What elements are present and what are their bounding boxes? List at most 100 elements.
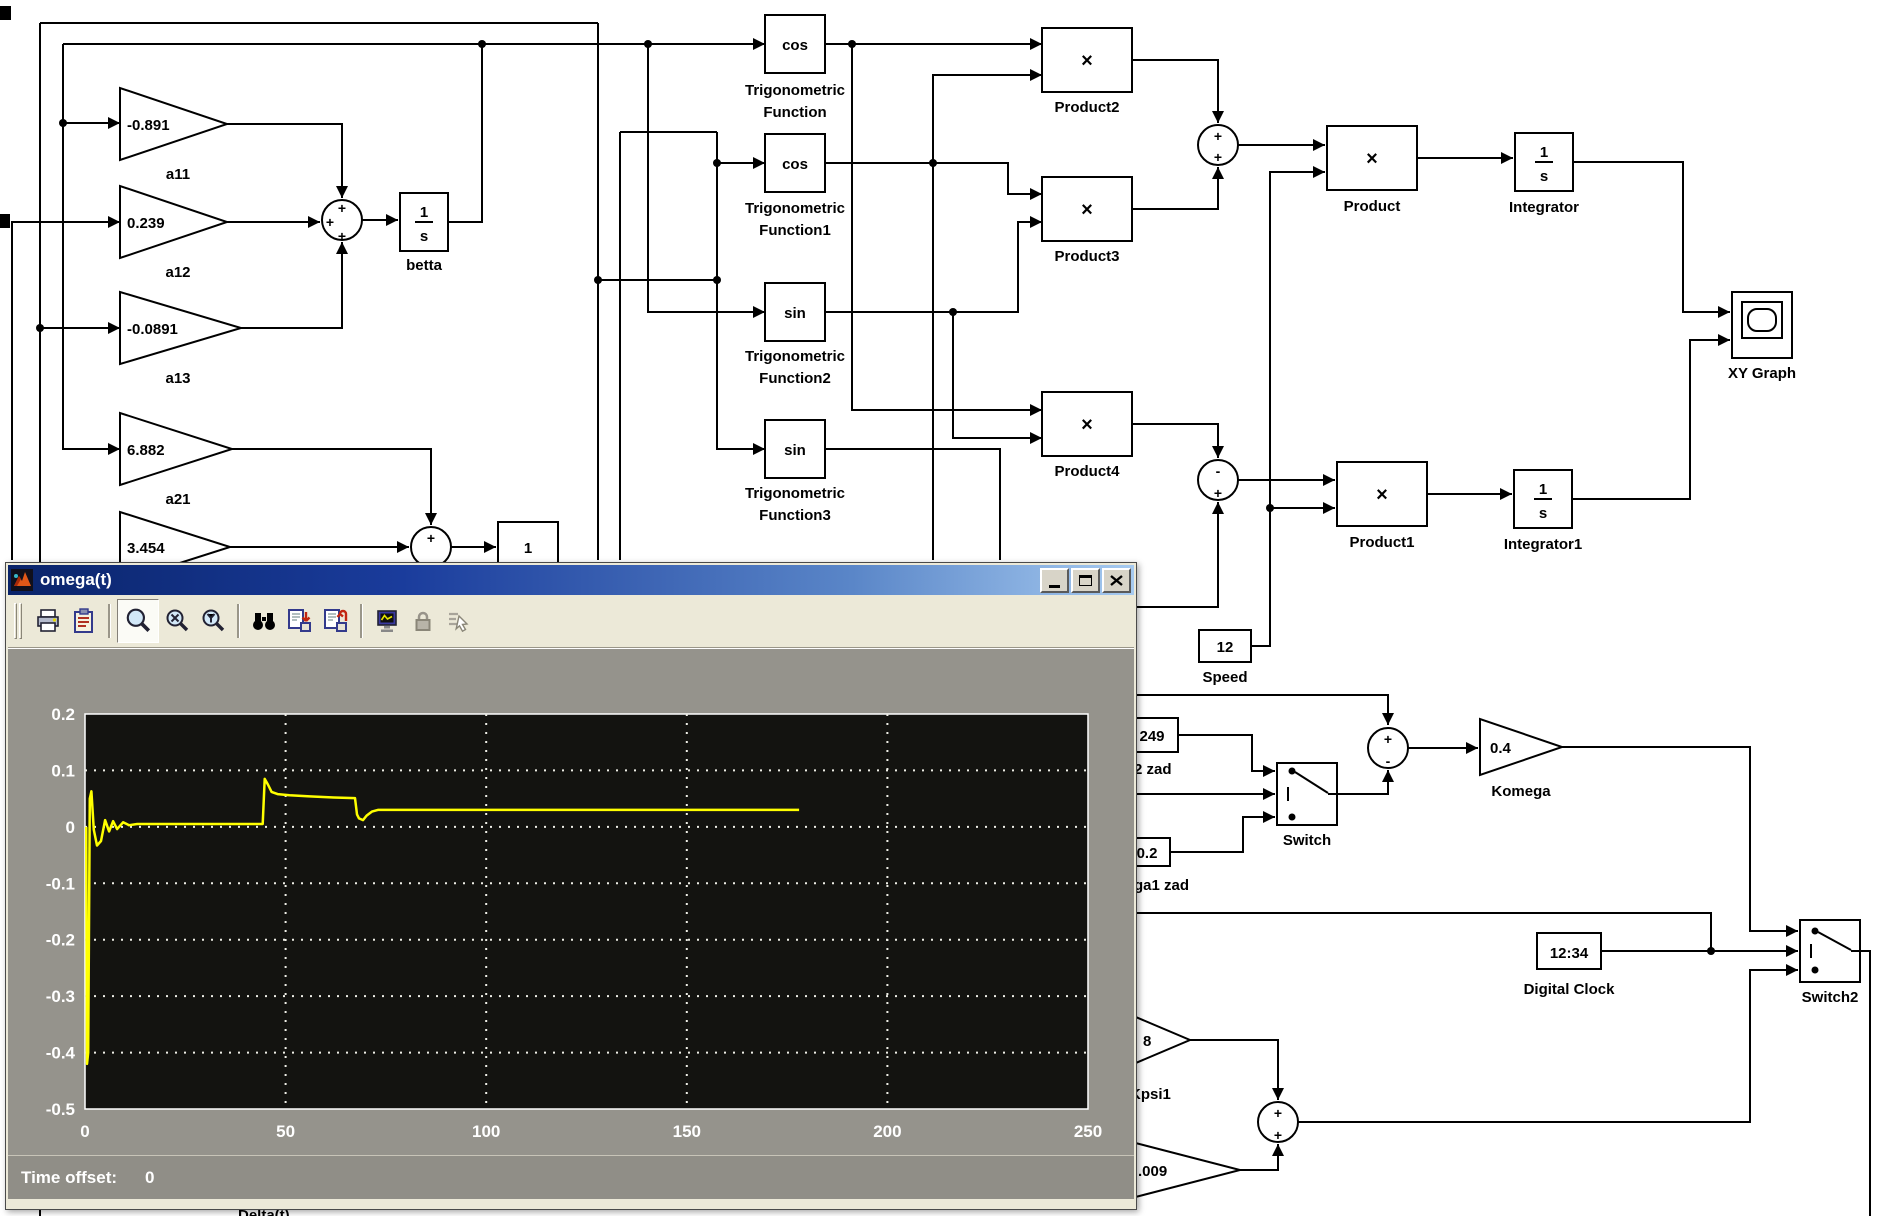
- maximize-icon: [1079, 575, 1092, 586]
- print-button[interactable]: [30, 601, 66, 641]
- trig-function[interactable]: cos Trigonometric Function: [745, 15, 845, 121]
- svg-text:cos: cos: [782, 37, 808, 54]
- zoom-y-icon: [200, 608, 226, 634]
- scope-axes[interactable]: 0501001502002500.20.10-0.1-0.2-0.3-0.4-0…: [8, 649, 1128, 1155]
- svg-text:2 zad: 2 zad: [1134, 761, 1172, 778]
- scope-window: omega(t): [5, 562, 1137, 1210]
- gain-a21[interactable]: 6.882 a21: [120, 413, 232, 508]
- y-tick-label: -0.2: [46, 931, 75, 950]
- svg-text:+: +: [1214, 128, 1222, 144]
- svg-text:Digital Clock: Digital Clock: [1524, 981, 1616, 998]
- signal-selection-icon: [446, 608, 472, 634]
- svg-text:Trigonometric: Trigonometric: [745, 200, 845, 217]
- speed-constant[interactable]: 12 Speed: [1199, 630, 1251, 686]
- scope-titlebar[interactable]: omega(t): [8, 565, 1134, 595]
- trig-function2[interactable]: sin Trigonometric Function2: [745, 283, 845, 387]
- svg-text:+: +: [1274, 1127, 1282, 1143]
- product1-block[interactable]: × Product1: [1337, 462, 1427, 551]
- zoom-x-button[interactable]: [159, 601, 195, 641]
- gain-a11[interactable]: -0.891 a11: [120, 88, 227, 183]
- parameters-button[interactable]: [66, 601, 102, 641]
- sum-block-5[interactable]: + -: [1368, 728, 1408, 769]
- svg-text:Speed: Speed: [1202, 669, 1247, 686]
- svg-text:sin: sin: [784, 305, 806, 322]
- zoom-x-icon: [164, 608, 190, 634]
- x-tick-label: 0: [80, 1122, 89, 1141]
- zoom-button[interactable]: [117, 599, 159, 643]
- svg-text:0.4: 0.4: [1490, 740, 1512, 757]
- sum-block-2[interactable]: +: [411, 527, 451, 567]
- svg-text:1: 1: [1540, 144, 1548, 161]
- lock-axes-button[interactable]: [405, 601, 441, 641]
- print-icon: [35, 608, 61, 634]
- svg-text:+: +: [1384, 731, 1392, 747]
- svg-text:Trigonometric: Trigonometric: [745, 82, 845, 99]
- floating-scope-icon: [374, 608, 400, 634]
- signal-selection-button[interactable]: [441, 601, 477, 641]
- product-block[interactable]: × Product: [1327, 126, 1417, 215]
- svg-text:Switch: Switch: [1283, 832, 1331, 849]
- restore-axes-button[interactable]: [318, 601, 354, 641]
- digital-clock-block[interactable]: 12:34 Digital Clock: [1524, 933, 1616, 998]
- gain-a13[interactable]: -0.0891 a13: [120, 292, 241, 387]
- sum-block-3[interactable]: + +: [1198, 125, 1238, 165]
- axes-frame: [85, 714, 1088, 1109]
- svg-text:-: -: [1216, 463, 1221, 479]
- minimize-button[interactable]: [1040, 568, 1069, 593]
- svg-text:a21: a21: [165, 491, 190, 508]
- switch2-block[interactable]: Switch2: [1800, 920, 1860, 1006]
- gain-a12[interactable]: 0.239 a12: [120, 186, 227, 281]
- zoom-icon: [124, 607, 152, 635]
- svg-text:cos: cos: [782, 156, 808, 173]
- lock-icon: [410, 608, 436, 634]
- svg-text:Product: Product: [1344, 198, 1401, 215]
- svg-text:Function2: Function2: [759, 370, 831, 387]
- scope-title: omega(t): [40, 570, 112, 590]
- x-tick-label: 200: [873, 1122, 901, 1141]
- product4-block[interactable]: × Product4: [1042, 392, 1132, 480]
- switch-block[interactable]: Switch: [1277, 763, 1337, 849]
- svg-text:s: s: [420, 228, 428, 245]
- restore-axes-icon: [322, 607, 350, 635]
- trig-function1[interactable]: cos Trigonometric Function1: [745, 134, 845, 239]
- svg-text:12:34: 12:34: [1550, 945, 1589, 962]
- zoom-y-button[interactable]: [195, 601, 231, 641]
- close-button[interactable]: [1102, 568, 1131, 593]
- floating-scope-button[interactable]: [369, 601, 405, 641]
- product2-block[interactable]: × Product2: [1042, 28, 1132, 116]
- autoscale-button[interactable]: [246, 601, 282, 641]
- gain-009[interactable]: .009: [1124, 1140, 1240, 1200]
- time-offset-label: Time offset:: [21, 1168, 117, 1188]
- svg-text:ga1 zad: ga1 zad: [1134, 877, 1189, 894]
- svg-text:sin: sin: [784, 442, 806, 459]
- maximize-button[interactable]: [1071, 568, 1100, 593]
- sum-block-6[interactable]: + +: [1258, 1102, 1298, 1143]
- sum-block-4[interactable]: - +: [1198, 460, 1238, 501]
- integrator-block[interactable]: 1 s Integrator: [1509, 133, 1579, 216]
- svg-text:a13: a13: [165, 370, 190, 387]
- svg-text:+: +: [1274, 1105, 1282, 1121]
- svg-text:Switch2: Switch2: [1802, 989, 1859, 1006]
- clipped-port: [0, 6, 11, 20]
- svg-text:Komega: Komega: [1491, 783, 1551, 800]
- product3-block[interactable]: × Product3: [1042, 177, 1132, 265]
- svg-text:Function1: Function1: [759, 222, 831, 239]
- svg-text:Product3: Product3: [1054, 248, 1119, 265]
- svg-text:+: +: [427, 530, 435, 546]
- y-tick-label: 0.2: [51, 705, 75, 724]
- svg-text:0.2: 0.2: [1137, 845, 1158, 862]
- sum-block-1[interactable]: + + +: [322, 200, 362, 244]
- xy-graph-block[interactable]: XY Graph: [1728, 292, 1796, 382]
- save-axes-button[interactable]: [282, 601, 318, 641]
- integrator1-block[interactable]: 1 s Integrator1: [1504, 470, 1582, 553]
- svg-text:Integrator1: Integrator1: [1504, 536, 1582, 553]
- trig-function3[interactable]: sin Trigonometric Function3: [745, 420, 845, 524]
- binoculars-icon: [251, 608, 277, 634]
- integrator-betta[interactable]: 1 s betta: [400, 193, 448, 274]
- svg-text:×: ×: [1366, 148, 1378, 170]
- gain-komega[interactable]: 0.4 Komega: [1480, 719, 1562, 800]
- svg-text:s: s: [1540, 168, 1548, 185]
- svg-text:betta: betta: [406, 257, 442, 274]
- y-tick-label: -0.3: [46, 987, 75, 1006]
- svg-text:8: 8: [1143, 1033, 1151, 1050]
